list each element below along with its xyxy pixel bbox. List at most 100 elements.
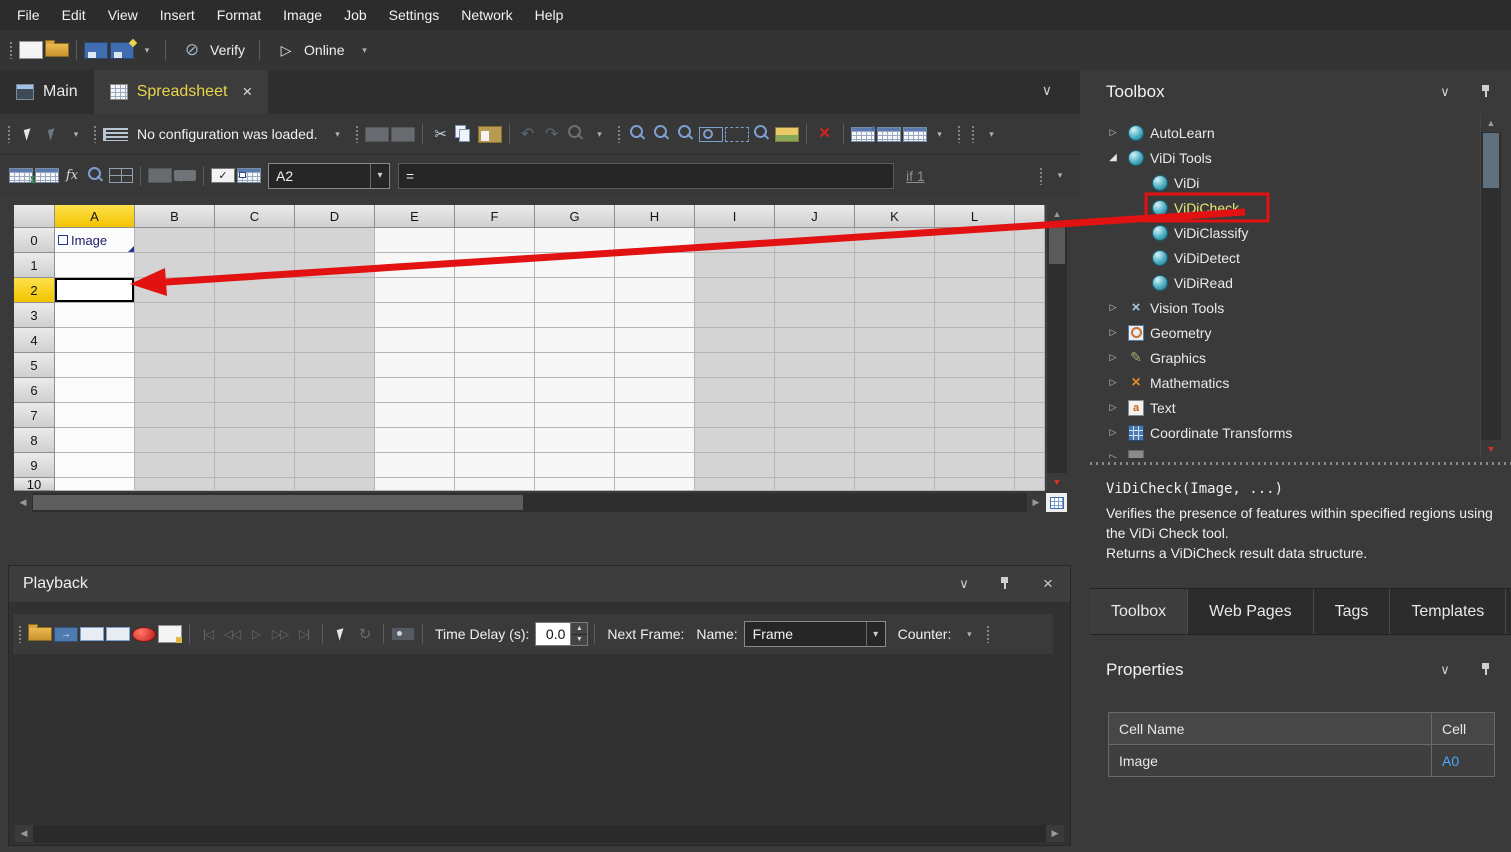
expand-arrow-icon[interactable]: ▷	[1104, 427, 1122, 438]
row-header-8[interactable]: 8	[14, 428, 55, 453]
cellsel-icon[interactable]	[237, 168, 261, 183]
stepper-up-icon[interactable]: ▲	[571, 623, 587, 635]
menu-help[interactable]: Help	[524, 0, 575, 30]
cell-I0[interactable]	[695, 228, 775, 253]
menu-edit[interactable]: Edit	[51, 0, 97, 30]
undo-icon[interactable]	[517, 121, 539, 147]
frame-combo-dropdown-icon[interactable]	[866, 622, 885, 646]
scroll-left-icon[interactable]: ◀	[14, 493, 32, 512]
tree-item-graphics[interactable]: ▷Graphics	[1090, 345, 1511, 370]
cell-G9[interactable]	[535, 453, 615, 478]
cell-F0[interactable]	[455, 228, 535, 253]
cell-J4[interactable]	[775, 328, 855, 353]
cell-F6[interactable]	[455, 378, 535, 403]
row-header-7[interactable]: 7	[14, 403, 55, 428]
cell-C7[interactable]	[215, 403, 295, 428]
column-header-E[interactable]: E	[375, 205, 455, 228]
cell-H4[interactable]	[615, 328, 695, 353]
tree-item-vidi-tools[interactable]: ◢ViDi Tools	[1090, 145, 1511, 170]
menu-file[interactable]: File	[6, 0, 51, 30]
cell-C4[interactable]	[215, 328, 295, 353]
overflow-icon[interactable]	[353, 37, 375, 63]
cell-C1[interactable]	[215, 253, 295, 278]
cell-A3[interactable]	[55, 303, 135, 328]
cell-M0[interactable]	[1015, 228, 1045, 253]
cell-L4[interactable]	[935, 328, 1015, 353]
cell-F10[interactable]	[455, 478, 535, 491]
cell-C9[interactable]	[215, 453, 295, 478]
column-header-A[interactable]: A	[55, 205, 135, 228]
cell-K9[interactable]	[855, 453, 935, 478]
column-header-I[interactable]: I	[695, 205, 775, 228]
cell-E5[interactable]	[375, 353, 455, 378]
cell-D4[interactable]	[295, 328, 375, 353]
cell-reference-dropdown-icon[interactable]	[370, 164, 389, 188]
tabbar-chevron-icon[interactable]: ∨	[1042, 82, 1052, 99]
cell-H8[interactable]	[615, 428, 695, 453]
cell-B3[interactable]	[135, 303, 215, 328]
pic-icon[interactable]	[391, 127, 415, 142]
pin-icon[interactable]	[1479, 84, 1495, 100]
cell-F8[interactable]	[455, 428, 535, 453]
cell-D8[interactable]	[295, 428, 375, 453]
cell-K1[interactable]	[855, 253, 935, 278]
scroll-down-red-icon[interactable]: ▼	[1481, 440, 1501, 458]
crosshair-icon[interactable]	[109, 168, 133, 183]
overflow-icon[interactable]	[958, 621, 980, 647]
cell-C6[interactable]	[215, 378, 295, 403]
toend-icon[interactable]	[293, 621, 315, 647]
image-icon[interactable]	[775, 127, 799, 142]
cut-icon[interactable]	[430, 121, 452, 147]
cell-H6[interactable]	[615, 378, 695, 403]
cell-A9[interactable]	[55, 453, 135, 478]
cell-J7[interactable]	[775, 403, 855, 428]
cell-G5[interactable]	[535, 353, 615, 378]
tree-item-clipped[interactable]: ▷	[1090, 445, 1511, 458]
cell-B2[interactable]	[135, 278, 215, 303]
cell-M10[interactable]	[1015, 478, 1045, 491]
cell-E3[interactable]	[375, 303, 455, 328]
row-header-10[interactable]: 10	[14, 478, 55, 491]
grid-corner-button[interactable]	[1046, 493, 1067, 512]
toolbox-scrollbar[interactable]: ▲ ▼	[1480, 114, 1501, 458]
expand-arrow-icon[interactable]: ▷	[1104, 377, 1122, 388]
play-icon[interactable]	[245, 621, 267, 647]
scroll-up-icon[interactable]: ▲	[1481, 114, 1501, 132]
cell-G2[interactable]	[535, 278, 615, 303]
cell-G8[interactable]	[535, 428, 615, 453]
cell-D9[interactable]	[295, 453, 375, 478]
cursor-icon[interactable]	[330, 621, 352, 647]
folder-open-icon[interactable]	[28, 627, 52, 641]
cell-G7[interactable]	[535, 403, 615, 428]
tablecol-icon[interactable]	[877, 127, 901, 142]
overflow-icon[interactable]	[1049, 163, 1071, 189]
cell-A7[interactable]	[55, 403, 135, 428]
cell-F3[interactable]	[455, 303, 535, 328]
magb-icon[interactable]	[85, 163, 107, 189]
cell-C0[interactable]	[215, 228, 295, 253]
menu-network[interactable]: Network	[450, 0, 523, 30]
cell-I7[interactable]	[695, 403, 775, 428]
magb-icon[interactable]	[675, 121, 697, 147]
tree-item-autolearn[interactable]: ▷AutoLearn	[1090, 120, 1511, 145]
cell-L1[interactable]	[935, 253, 1015, 278]
cell-K10[interactable]	[855, 478, 935, 491]
column-header-L[interactable]: L	[935, 205, 1015, 228]
column-header-D[interactable]: D	[295, 205, 375, 228]
cell-J9[interactable]	[775, 453, 855, 478]
cell-L2[interactable]	[935, 278, 1015, 303]
formula-input[interactable]: =	[398, 163, 894, 189]
overflow-icon[interactable]	[327, 121, 349, 147]
menu-view[interactable]: View	[97, 0, 149, 30]
pin-icon[interactable]	[998, 576, 1014, 592]
playback-horizontal-scrollbar[interactable]: ◀ ▶	[15, 825, 1064, 842]
cell-B4[interactable]	[135, 328, 215, 353]
cell-E7[interactable]	[375, 403, 455, 428]
cell-H7[interactable]	[615, 403, 695, 428]
cell-M5[interactable]	[1015, 353, 1045, 378]
cell-B1[interactable]	[135, 253, 215, 278]
cell-M1[interactable]	[1015, 253, 1045, 278]
cell-M2[interactable]	[1015, 278, 1045, 303]
cell-C3[interactable]	[215, 303, 295, 328]
grid-horizontal-scrollbar[interactable]: ◀ ▶	[14, 493, 1045, 512]
